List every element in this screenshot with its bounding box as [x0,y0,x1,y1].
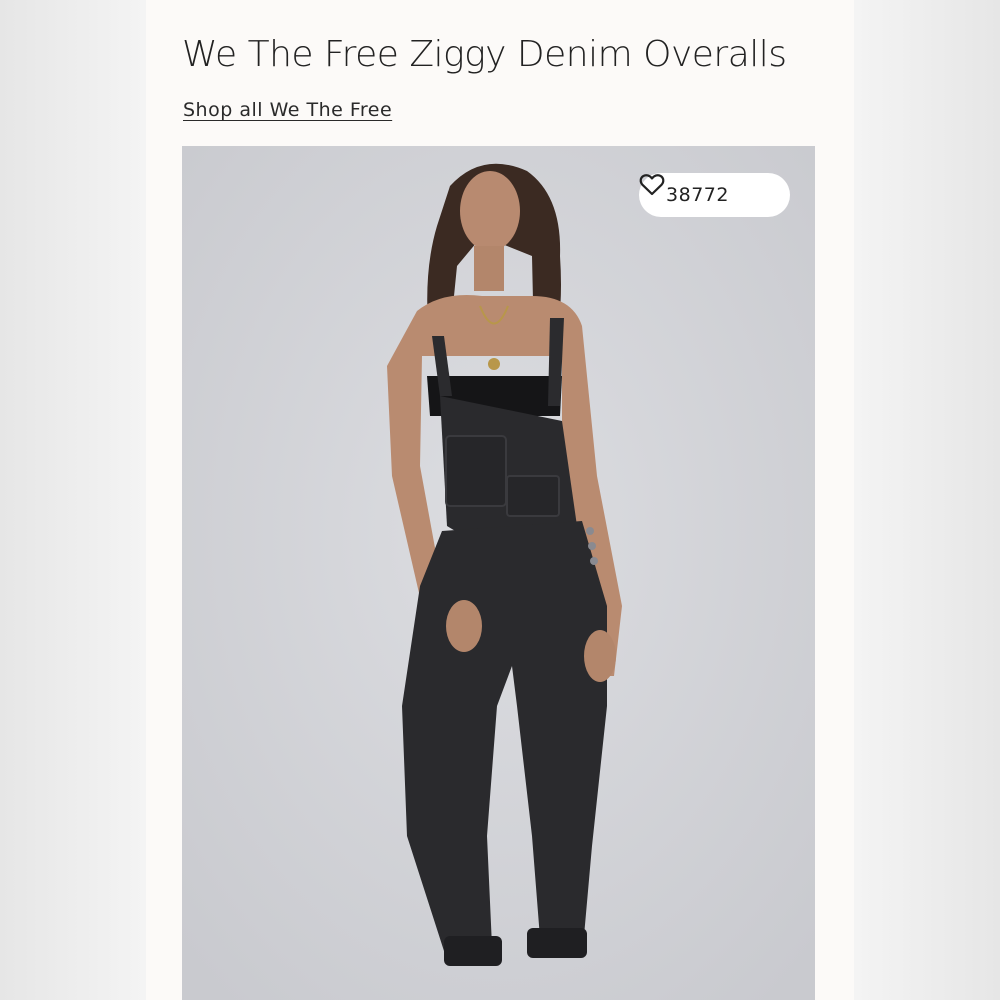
product-title: We The Free Ziggy Denim Overalls [182,34,787,75]
product-card: We The Free Ziggy Denim Overalls Shop al… [146,0,854,1000]
favorite-count: 38772 [666,184,729,206]
model-illustration [182,146,815,1000]
favorite-button[interactable]: 38772 [639,173,790,217]
shop-brand-link[interactable]: Shop all We The Free [183,99,392,121]
product-image[interactable]: 38772 [182,146,815,1000]
heart-outline-icon [639,174,763,207]
